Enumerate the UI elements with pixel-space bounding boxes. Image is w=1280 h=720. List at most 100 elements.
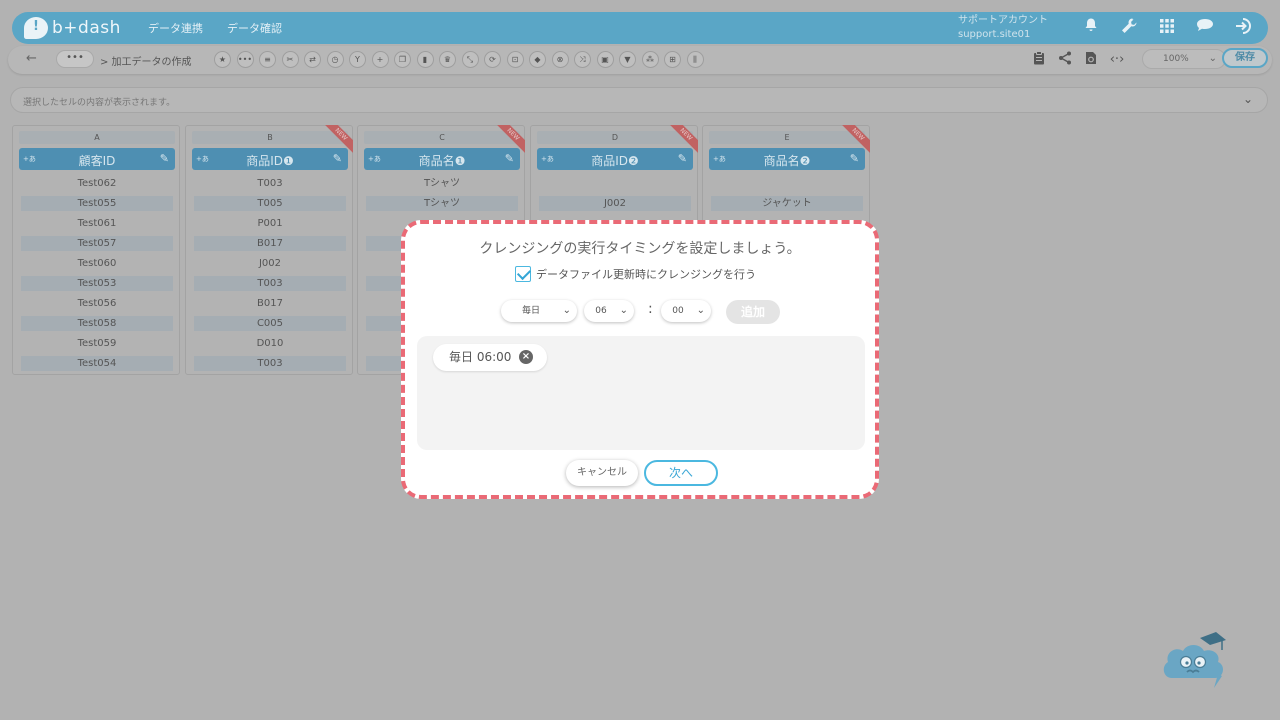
zoom-value: 100% — [1163, 54, 1189, 64]
dots-tool-icon[interactable]: ••• — [236, 51, 254, 68]
scissors-tool-icon[interactable]: ✂ — [281, 51, 299, 68]
table-cell[interactable]: Test054 — [21, 356, 173, 371]
frequency-select[interactable]: 毎日 ⌄ — [501, 300, 577, 322]
clipboard-icon[interactable] — [1030, 51, 1048, 69]
cell-content-bar[interactable]: 選択したセルの内容が表示されます。 ⌄ — [10, 87, 1268, 113]
time-separator: : — [648, 301, 653, 317]
cell-content-placeholder: 選択したセルの内容が表示されます。 — [23, 98, 176, 108]
table-cell[interactable]: C005 — [194, 316, 346, 331]
account-info[interactable]: サポートアカウント support.site01 — [958, 14, 1048, 42]
table-cell[interactable]: Test058 — [21, 316, 173, 331]
nav-data-check[interactable]: データ確認 — [227, 20, 282, 36]
new-badge: NEW — [668, 125, 698, 155]
table-cell[interactable]: T005 — [194, 196, 346, 211]
bell-icon[interactable] — [1080, 17, 1102, 39]
cleansing-on-update-option[interactable]: データファイル更新時にクレンジングを行う — [515, 266, 756, 282]
shuffle-tool-icon[interactable]: ⤨ — [574, 51, 591, 68]
table-cell[interactable]: B017 — [194, 296, 346, 311]
wrench-icon[interactable] — [1118, 17, 1140, 39]
modal-title: クレンジングの実行タイミングを設定しましょう。 — [479, 241, 801, 257]
chevron-down-icon[interactable]: ⌄ — [1243, 92, 1253, 106]
file-refresh-icon[interactable] — [1082, 51, 1100, 69]
plus-tool-icon[interactable]: + — [371, 51, 389, 68]
close-circle-tool-icon[interactable]: ⊗ — [551, 51, 569, 68]
expand-tool-icon[interactable]: ⤡ — [461, 51, 479, 68]
logout-icon[interactable] — [1232, 17, 1254, 39]
star-tool-icon[interactable]: ★ — [214, 51, 231, 68]
table-cell[interactable]: Test062 — [21, 176, 173, 191]
cancel-button[interactable]: キャンセル — [566, 460, 638, 486]
zoom-select[interactable]: 100% ⌄ — [1142, 49, 1226, 69]
remove-schedule-icon[interactable]: × — [519, 350, 533, 364]
table-cell[interactable]: Test061 — [21, 216, 173, 231]
schedule-list: 毎日 06:00 × — [417, 336, 865, 450]
table-cell[interactable]: Test055 — [21, 196, 173, 211]
list-tool-icon[interactable]: ≡ — [259, 51, 276, 68]
column-a[interactable]: A +あ 顧客ID ✎ Test062 Test055 Test061 Test057 Test… — [12, 125, 180, 375]
swap-tool-icon[interactable]: ⇄ — [304, 51, 321, 68]
table-cell[interactable] — [539, 176, 691, 191]
new-badge-label: NEW — [668, 125, 698, 154]
cleansing-on-update-checkbox[interactable] — [515, 266, 531, 282]
new-badge: NEW — [323, 125, 353, 155]
timer-tool-icon[interactable]: ◷ — [326, 51, 344, 68]
pencil-icon[interactable]: ✎ — [160, 152, 169, 165]
share-icon[interactable] — [1056, 51, 1074, 69]
merge-tool-icon[interactable]: Y — [349, 51, 366, 68]
code-icon[interactable]: ‹·› — [1108, 51, 1126, 69]
table-cell[interactable]: Test053 — [21, 276, 173, 291]
hour-select[interactable]: 06 ⌄ — [584, 300, 634, 322]
table-cell[interactable]: ジャケット — [711, 196, 863, 211]
mascot-assistant-icon[interactable] — [1158, 628, 1230, 690]
table-cell[interactable]: Test059 — [21, 336, 173, 351]
table-cell[interactable]: J002 — [539, 196, 691, 211]
table-cell[interactable]: T003 — [194, 356, 346, 371]
trash-tool-icon[interactable]: ▮ — [416, 51, 434, 68]
refresh-tool-icon[interactable]: ⟳ — [484, 51, 501, 68]
add-button[interactable]: 追加 — [726, 300, 780, 324]
table-cell[interactable]: T003 — [194, 176, 346, 191]
column-header[interactable]: +あ 顧客ID ✎ — [19, 148, 175, 170]
account-id: support.site01 — [958, 29, 1031, 40]
crown-tool-icon[interactable]: ♛ — [439, 51, 456, 68]
back-arrow-icon[interactable]: ← — [26, 51, 37, 66]
copy-tool-icon[interactable]: ❐ — [394, 51, 411, 68]
next-button[interactable]: 次へ — [644, 460, 718, 486]
table-cell[interactable]: J002 — [194, 256, 346, 271]
hour-value: 06 — [595, 306, 607, 316]
new-badge-label: NEW — [840, 125, 870, 154]
toolbar: ← ••• > 加工データの作成 ★ ••• ≡ ✂ ⇄ ◷ Y + ❐ ▮ ♛… — [8, 46, 1272, 74]
table-tool-icon[interactable]: ⊞ — [664, 51, 681, 68]
nav-data-link[interactable]: データ連携 — [148, 20, 203, 36]
columns-tool-icon[interactable]: ⫼ — [686, 51, 704, 68]
column-b[interactable]: B +あ 商品ID❶ ✎ NEW T003 T005 P001 B017 J002 T003 B017… — [185, 125, 353, 375]
table-cell[interactable]: T003 — [194, 276, 346, 291]
lock-tool-icon[interactable]: ⊡ — [506, 51, 524, 68]
account-name: サポートアカウント — [958, 15, 1048, 26]
column-letter[interactable]: A — [19, 131, 175, 144]
filter-tool-icon[interactable]: ▼ — [619, 51, 636, 68]
frame-tool-icon[interactable]: ▣ — [596, 51, 614, 68]
schedule-chip: 毎日 06:00 × — [433, 344, 547, 371]
table-cell[interactable]: Test057 — [21, 236, 173, 251]
table-cell[interactable]: Tシャツ — [366, 176, 518, 191]
chat-icon[interactable] — [1194, 17, 1216, 39]
minute-select[interactable]: 00 ⌄ — [661, 300, 711, 322]
save-button[interactable]: 保存 — [1222, 48, 1268, 68]
new-badge-label: NEW — [495, 125, 525, 154]
grid-icon[interactable] — [1156, 17, 1178, 39]
table-cell[interactable] — [711, 176, 863, 191]
table-cell[interactable]: P001 — [194, 216, 346, 231]
table-cell[interactable]: D010 — [194, 336, 346, 351]
box-tool-icon[interactable]: ◆ — [529, 51, 546, 68]
minute-value: 00 — [672, 306, 684, 316]
table-cell[interactable]: Tシャツ — [366, 196, 518, 211]
column-name: 顧客ID — [78, 154, 116, 168]
pattern-tool-icon[interactable]: ⁂ — [641, 51, 659, 68]
table-cell[interactable]: Test060 — [21, 256, 173, 271]
logo[interactable]: b+dash — [24, 17, 124, 39]
more-button[interactable]: ••• — [56, 50, 94, 68]
chevron-down-icon: ⌄ — [562, 305, 571, 316]
table-cell[interactable]: B017 — [194, 236, 346, 251]
table-cell[interactable]: Test056 — [21, 296, 173, 311]
